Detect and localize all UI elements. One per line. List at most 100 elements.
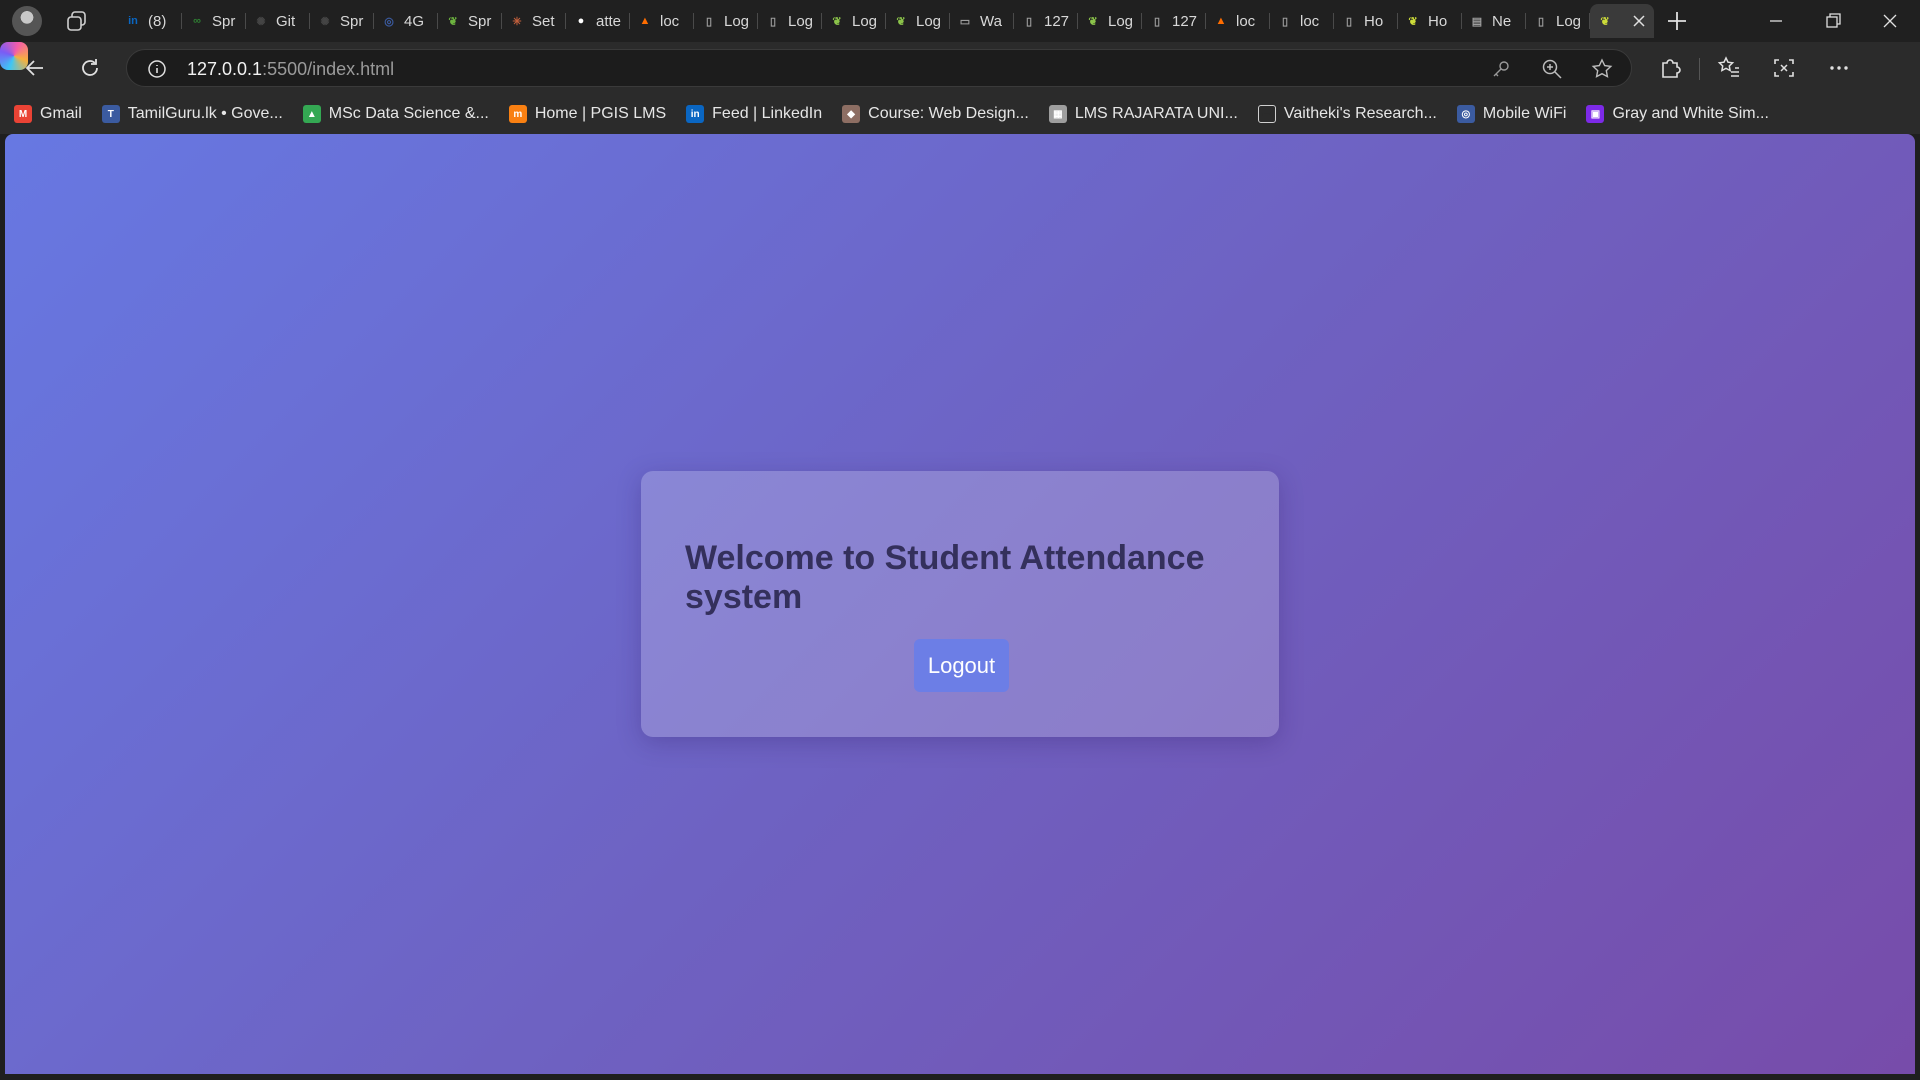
tab-title: Wa — [980, 12, 1002, 30]
tab-title: Ho — [1428, 12, 1448, 30]
firebase-icon: ▲ — [639, 15, 651, 27]
tab-list: in (8) ∞ Spr ✺ Git ✺ Spr ◎ 4G ❦ Spr ✳ Set ● atte ▲ loc ▯ Lo… — [118, 4, 1654, 38]
tab-active[interactable]: ❦ — [1590, 4, 1654, 38]
site-info-icon[interactable] — [147, 59, 167, 79]
logout-button[interactable]: Logout — [914, 639, 1009, 692]
chatgpt-icon: ✺ — [256, 15, 266, 28]
bookmark-label: LMS RAJARATA UNI... — [1074, 105, 1238, 122]
router-icon: ◎ — [384, 15, 394, 28]
github-icon: ● — [577, 15, 585, 27]
tab[interactable]: ❦ Ho — [1398, 4, 1462, 38]
tab-title: loc — [1300, 12, 1320, 30]
tab[interactable]: ▯ Log — [694, 4, 758, 38]
tab[interactable]: ▭ Wa — [950, 4, 1014, 38]
page-icon: ▯ — [1153, 15, 1161, 28]
tab-title: Spr — [468, 12, 492, 30]
tab[interactable]: ❦ Log — [822, 4, 886, 38]
tab-title: Set — [532, 12, 555, 30]
zoom-icon[interactable] — [1541, 58, 1563, 80]
bookmark-item[interactable]: ▣ Gray and White Sim... — [1586, 100, 1769, 128]
mongodb-leaf-icon: ❦ — [1088, 15, 1098, 28]
tab[interactable]: ✳ Set — [502, 4, 566, 38]
back-arrow-icon[interactable] — [22, 55, 48, 81]
lms-icon: ▦ — [1048, 105, 1067, 123]
page-error-icon: ▯ — [1281, 15, 1289, 28]
url-host: 127.0.0.1 — [187, 59, 263, 79]
workspaces-icon[interactable] — [66, 10, 88, 32]
tab[interactable]: ▯ Log — [758, 4, 822, 38]
tab[interactable]: ▯ 127 — [1142, 4, 1206, 38]
tab-title: Log — [916, 12, 942, 30]
tab[interactable]: ∞ Spr — [182, 4, 246, 38]
tab[interactable]: ❦ Spr — [438, 4, 502, 38]
moodle-icon: m — [508, 105, 527, 123]
tab-title: Log — [788, 12, 814, 30]
tab-title: (8) — [148, 12, 167, 30]
tab[interactable]: in (8) — [118, 4, 182, 38]
tab[interactable]: ▲ loc — [1206, 4, 1270, 38]
url-text[interactable]: 127.0.0.1:5500/index.html — [187, 59, 394, 80]
url-path: :5500/index.html — [262, 59, 395, 79]
extensions-puzzle-icon[interactable] — [1657, 55, 1683, 81]
tab[interactable]: ▤ Ne — [1462, 4, 1526, 38]
bookmark-item[interactable]: ◆ Course: Web Design... — [842, 100, 1029, 128]
new-tab-plus-icon[interactable] — [1664, 8, 1690, 34]
tab[interactable]: ▯ 127 — [1014, 4, 1078, 38]
tab[interactable]: ● atte — [566, 4, 630, 38]
page-error-icon: ▯ — [1025, 15, 1033, 28]
page-icon: ▯ — [705, 15, 713, 28]
tab-title: 4G — [404, 12, 425, 30]
tab[interactable]: ✺ Git — [246, 4, 310, 38]
restore-icon[interactable] — [1822, 10, 1844, 32]
tab-title: loc — [660, 12, 680, 30]
tab[interactable]: ▯ loc — [1270, 4, 1334, 38]
bookmark-item[interactable]: ▲ MSc Data Science &... — [302, 100, 489, 128]
address-bar[interactable]: 127.0.0.1:5500/index.html — [126, 49, 1632, 87]
tab[interactable]: ❦ Log — [886, 4, 950, 38]
bookmark-item[interactable]: ▦ LMS RAJARATA UNI... — [1048, 100, 1238, 128]
tab[interactable]: ◎ 4G — [374, 4, 438, 38]
page-viewport: Welcome to Student Attendance system Log… — [5, 134, 1915, 1074]
mongodb-leaf-icon: ❦ — [1600, 15, 1610, 28]
toolbar-divider — [1699, 58, 1700, 80]
bookmark-item[interactable]: M Gmail — [14, 100, 82, 128]
password-key-icon[interactable] — [1491, 59, 1511, 79]
spring-icon: ∞ — [193, 15, 201, 27]
favorite-star-icon[interactable] — [1591, 58, 1613, 80]
refresh-icon[interactable] — [77, 55, 103, 81]
tab-close-icon[interactable] — [1630, 12, 1648, 30]
router-icon: ◎ — [1456, 105, 1475, 123]
bookmark-item[interactable]: ▭ Vaitheki's Research... — [1257, 100, 1437, 128]
tab-title: Ho — [1364, 12, 1384, 30]
bookmark-label: Vaitheki's Research... — [1283, 105, 1437, 122]
tab-title: Ne — [1492, 12, 1512, 30]
bookmark-label: Course: Web Design... — [868, 105, 1029, 122]
tab[interactable]: ❦ Log — [1078, 4, 1142, 38]
tab[interactable]: ✺ Spr — [310, 4, 374, 38]
bookmark-item[interactable]: in Feed | LinkedIn — [686, 100, 822, 128]
favorites-list-icon[interactable] — [1716, 55, 1742, 81]
bookmark-item[interactable]: T TamilGuru.lk • Gove... — [101, 100, 283, 128]
window-close-icon[interactable] — [1879, 10, 1901, 32]
tab-title: Spr — [212, 12, 236, 30]
minimize-icon[interactable] — [1765, 10, 1787, 32]
mongodb-leaf-icon: ❦ — [896, 15, 906, 28]
screenshot-capture-icon[interactable] — [1771, 55, 1797, 81]
tab[interactable]: ▯ Log — [1526, 4, 1590, 38]
tab-strip: in (8) ∞ Spr ✺ Git ✺ Spr ◎ 4G ❦ Spr ✳ Set ● atte ▲ loc ▯ Lo… — [0, 0, 1920, 42]
university-crest-icon: ◆ — [842, 105, 861, 123]
page-icon: ▯ — [1537, 15, 1545, 28]
welcome-card: Welcome to Student Attendance system Log… — [641, 471, 1279, 737]
tab-title: 127 — [1172, 12, 1198, 30]
more-options-icon[interactable] — [1826, 55, 1852, 81]
profile-avatar[interactable] — [12, 6, 42, 36]
chatgpt-icon: ✺ — [320, 15, 330, 28]
browser-toolbar: 127.0.0.1:5500/index.html — [0, 42, 1920, 94]
bookmark-item[interactable]: m Home | PGIS LMS — [508, 100, 666, 128]
tab[interactable]: ▯ Ho — [1334, 4, 1398, 38]
bookmark-item[interactable]: ◎ Mobile WiFi — [1456, 100, 1566, 128]
tab[interactable]: ▲ loc — [630, 4, 694, 38]
wallet-icon: ▭ — [959, 15, 971, 28]
tab-title: loc — [1236, 12, 1256, 30]
mongodb-leaf-icon: ❦ — [1408, 15, 1418, 28]
